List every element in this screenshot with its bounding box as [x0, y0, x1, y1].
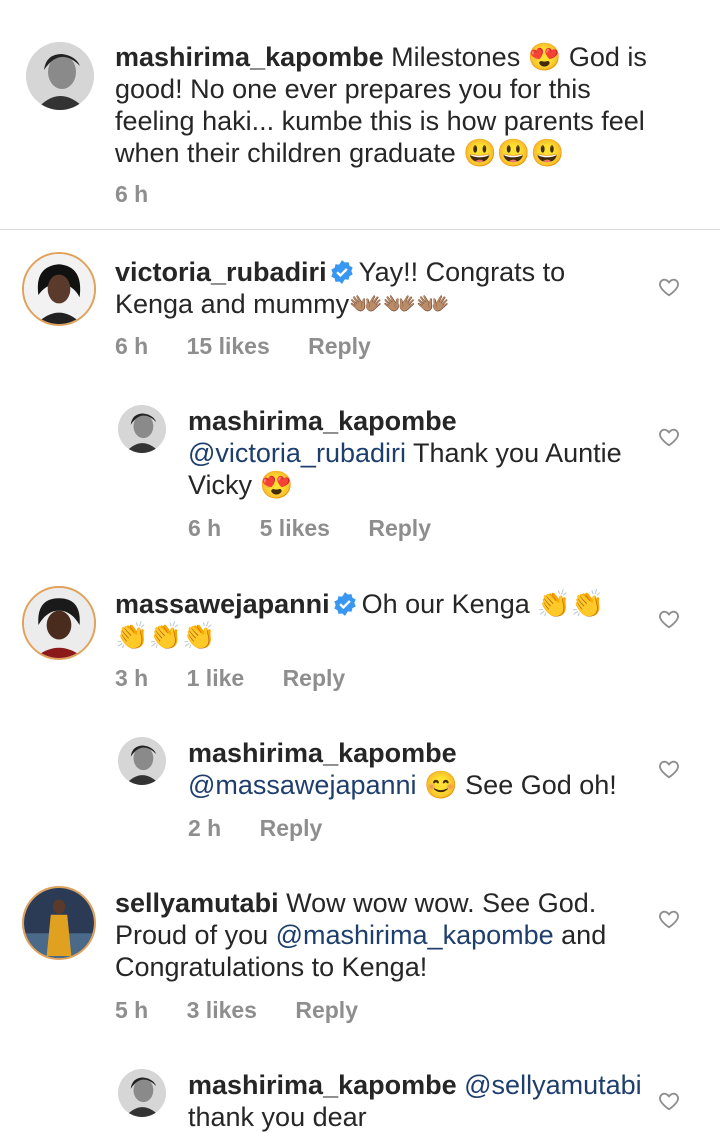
- comment-text: mashirima_kapombe @victoria_rubadiri Tha…: [188, 405, 628, 501]
- comment-username[interactable]: victoria_rubadiri: [115, 257, 327, 287]
- comment-mention[interactable]: @sellyamutabi: [464, 1070, 641, 1100]
- comment-mention[interactable]: @mashirima_kapombe: [276, 920, 554, 950]
- comment-meta: 5 h 3 likes Reply: [115, 997, 390, 1024]
- avatar[interactable]: [118, 1069, 166, 1117]
- divider: [0, 229, 720, 230]
- comment-text: mashirima_kapombe Milestones 😍 God is go…: [115, 41, 675, 169]
- avatar-photo: [118, 737, 166, 785]
- comment-text: mashirima_kapombe @massawejapanni 😊 See …: [188, 737, 628, 801]
- comment-time: 3 h: [115, 665, 149, 691]
- comment-username[interactable]: mashirima_kapombe: [188, 406, 457, 436]
- comment-body: thank you dear: [188, 1102, 367, 1132]
- heart-outline-icon[interactable]: [658, 276, 680, 298]
- comment-username[interactable]: massawejapanni: [115, 589, 330, 619]
- comment-body: 😊 See God oh!: [424, 770, 617, 800]
- comment-meta: 6 h 15 likes Reply: [115, 333, 403, 360]
- comment-mention[interactable]: @massawejapanni: [188, 770, 417, 800]
- reply-button[interactable]: Reply: [283, 665, 346, 691]
- comment-text: mashirima_kapombe @sellyamutabi thank yo…: [188, 1069, 648, 1133]
- comment-username[interactable]: mashirima_kapombe: [188, 1070, 457, 1100]
- comment-meta: 2 h Reply: [188, 815, 354, 842]
- heart-outline-icon[interactable]: [658, 1090, 680, 1112]
- comment-likes[interactable]: 5 likes: [260, 515, 330, 541]
- heart-outline-icon[interactable]: [658, 608, 680, 630]
- comment-time: 2 h: [188, 815, 222, 841]
- comment-meta: 6 h: [115, 181, 180, 208]
- heart-outline-icon[interactable]: [658, 758, 680, 780]
- avatar-photo: [24, 588, 94, 658]
- comment-meta: 3 h 1 like Reply: [115, 665, 377, 692]
- avatar[interactable]: [22, 252, 96, 326]
- reply-button[interactable]: Reply: [295, 997, 358, 1023]
- comment-text: sellyamutabi Wow wow wow. See God. Proud…: [115, 887, 635, 983]
- comment-likes[interactable]: 3 likes: [187, 997, 257, 1023]
- heart-outline-icon[interactable]: [658, 908, 680, 930]
- comment-username[interactable]: sellyamutabi: [115, 888, 279, 918]
- avatar-photo: [118, 1069, 166, 1117]
- avatar[interactable]: [22, 886, 96, 960]
- comment-meta: 6 h 5 likes Reply: [188, 515, 463, 542]
- reply-button[interactable]: Reply: [308, 333, 371, 359]
- comment-likes[interactable]: 15 likes: [187, 333, 270, 359]
- comment-username[interactable]: mashirima_kapombe: [115, 42, 384, 72]
- verified-badge-icon: [330, 260, 353, 284]
- avatar[interactable]: [22, 586, 96, 660]
- verified-badge-icon: [333, 592, 356, 616]
- comment-text: massawejapanni Oh our Kenga 👏👏👏👏👏: [115, 588, 635, 652]
- avatar[interactable]: [26, 42, 94, 110]
- comment-time: 6 h: [115, 181, 149, 207]
- comment-time: 6 h: [115, 333, 149, 359]
- avatar-photo: [24, 888, 94, 958]
- heart-outline-icon[interactable]: [658, 426, 680, 448]
- avatar-photo: [24, 254, 94, 324]
- avatar-photo: [26, 42, 94, 110]
- comment-username[interactable]: mashirima_kapombe: [188, 738, 457, 768]
- avatar[interactable]: [118, 405, 166, 453]
- comment-text: victoria_rubadiri Yay!! Congrats to Kenga…: [115, 256, 635, 320]
- comment-likes[interactable]: 1 like: [187, 665, 245, 691]
- avatar[interactable]: [118, 737, 166, 785]
- comment-time: 6 h: [188, 515, 222, 541]
- reply-button[interactable]: Reply: [260, 815, 323, 841]
- comment-mention[interactable]: @victoria_rubadiri: [188, 438, 406, 468]
- avatar-photo: [118, 405, 166, 453]
- comment-time: 5 h: [115, 997, 149, 1023]
- reply-button[interactable]: Reply: [368, 515, 431, 541]
